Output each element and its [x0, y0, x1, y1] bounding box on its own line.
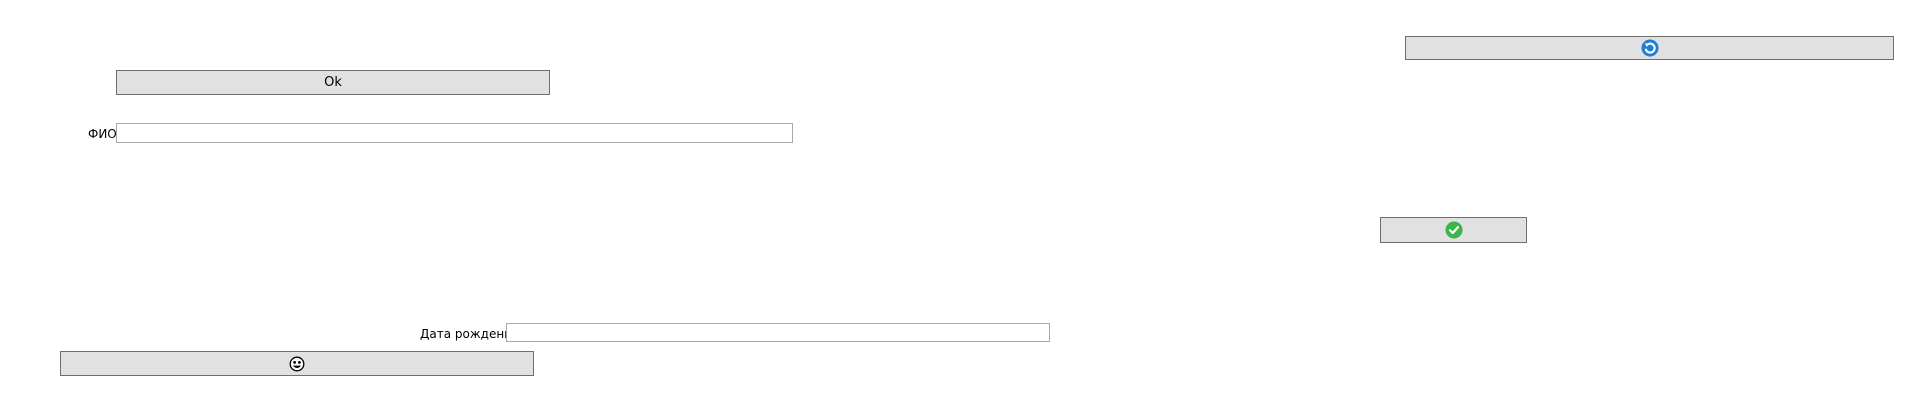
emoji-button[interactable] [60, 351, 534, 376]
refresh-button[interactable] [1405, 36, 1894, 60]
check-circle-icon [1444, 221, 1463, 239]
refresh-icon [1640, 39, 1659, 57]
fio-field[interactable] [116, 123, 793, 143]
confirm-button[interactable] [1380, 217, 1527, 243]
fio-label: ФИО [88, 127, 117, 141]
ok-button[interactable]: Ok [116, 70, 550, 95]
face-icon [288, 355, 306, 373]
birth-date-field[interactable] [506, 323, 1050, 342]
birth-date-label: Дата рождения [420, 327, 520, 341]
form-canvas: Ok ФИО Дата рождения [0, 0, 1913, 406]
